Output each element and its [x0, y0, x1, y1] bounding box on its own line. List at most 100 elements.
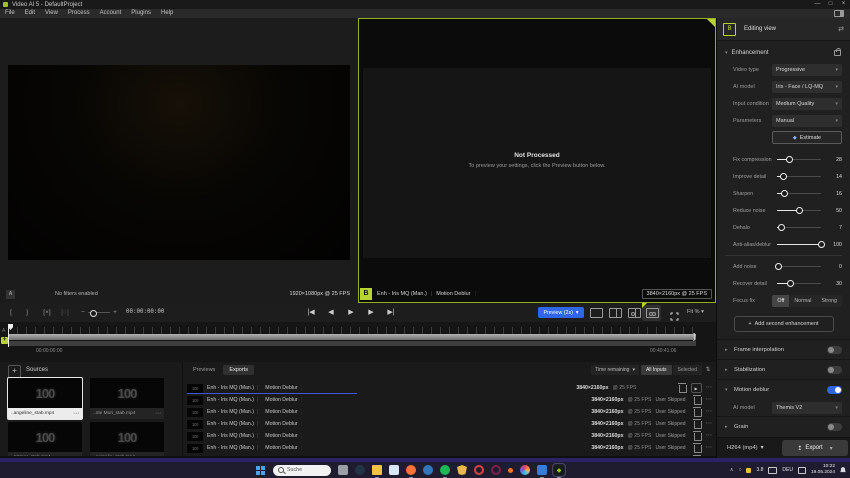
- side-a-badge[interactable]: A: [6, 290, 15, 299]
- topaz-video-ai-icon[interactable]: ◆: [554, 465, 564, 475]
- trash-icon[interactable]: [694, 421, 702, 429]
- steam-icon[interactable]: [355, 465, 365, 475]
- source-item[interactable]: 100..nte Mori_stab.mp4⋯: [90, 378, 164, 419]
- more-icon[interactable]: ⋯: [706, 433, 713, 439]
- zoom-slider-knob[interactable]: [90, 310, 97, 317]
- opera-icon[interactable]: [474, 465, 484, 475]
- trash-icon[interactable]: [694, 397, 702, 405]
- play-button[interactable]: ▶: [344, 303, 358, 322]
- timeline-track-band[interactable]: [8, 334, 696, 340]
- keyboard-icon[interactable]: [768, 467, 777, 474]
- export-row[interactable]: 100Enh - Iris MQ (Man.)|Motion Deblur|38…: [183, 382, 716, 394]
- clear-trim-icon[interactable]: [×]: [40, 303, 54, 322]
- slider-knob[interactable]: [778, 224, 785, 231]
- slider-track[interactable]: [777, 283, 821, 285]
- previous-frame-button[interactable]: ◀: [324, 303, 338, 322]
- set-out-point-icon[interactable]: ]: [20, 303, 34, 322]
- zoom-in-icon[interactable]: +: [108, 303, 122, 322]
- more-icon[interactable]: ⋯: [706, 397, 713, 403]
- slider-knob[interactable]: [796, 207, 803, 214]
- close-button[interactable]: ×: [837, 0, 850, 9]
- menu-plugins[interactable]: Plugins: [126, 9, 156, 18]
- tab-exports[interactable]: Exports: [223, 365, 254, 375]
- toggle-stabilization[interactable]: [827, 366, 842, 374]
- toggle-motion-deblur[interactable]: [827, 386, 842, 394]
- set-in-point-icon[interactable]: [: [4, 303, 18, 322]
- swap-view-icon[interactable]: ⇄: [838, 25, 844, 33]
- taskbar-search-input[interactable]: Suche: [273, 465, 331, 476]
- language-indicator[interactable]: DEU: [782, 467, 793, 473]
- filter-all-inputs[interactable]: All Inputs: [641, 365, 672, 375]
- more-icon[interactable]: ⋯: [706, 385, 713, 391]
- slider-track[interactable]: [777, 193, 821, 195]
- side-b-badge[interactable]: B: [360, 288, 372, 300]
- more-icon[interactable]: ⋯: [73, 454, 79, 456]
- view-mode-split-icon[interactable]: [609, 308, 622, 318]
- section-header-stabilization[interactable]: ▸Stabilization: [725, 360, 842, 379]
- sort-dropdown[interactable]: Time remaining ▾: [591, 365, 639, 375]
- more-icon[interactable]: ⋯: [706, 421, 713, 427]
- section-header-motion-deblur[interactable]: ▾Motion deblur: [725, 380, 842, 399]
- preview-button[interactable]: Preview (2s) ▾: [538, 307, 584, 318]
- slider-knob[interactable]: [780, 173, 787, 180]
- edge-icon[interactable]: [423, 465, 433, 475]
- more-icon[interactable]: ⋯: [155, 454, 161, 456]
- file-explorer-icon[interactable]: [372, 465, 382, 475]
- slider-knob[interactable]: [787, 280, 794, 287]
- select-ai-model[interactable]: Iris - Face / LQ-MQ▾: [772, 81, 842, 93]
- timeline[interactable]: A + ] 00:00:00:00 00:40:41:06: [0, 322, 716, 362]
- focus-fix-off[interactable]: Off: [772, 295, 789, 307]
- timeline-ruler[interactable]: [8, 327, 696, 334]
- filter-selected[interactable]: Selected: [673, 365, 702, 375]
- maximize-button[interactable]: □: [824, 0, 837, 9]
- source-item[interactable]: 100..nomalie_stab.mp4⋯: [90, 422, 164, 456]
- menu-help[interactable]: Help: [156, 9, 178, 18]
- slider-track[interactable]: [777, 244, 821, 246]
- more-icon[interactable]: ⋯: [706, 445, 713, 451]
- add-second-enhancement-button[interactable]: + Add second enhancement: [734, 316, 834, 332]
- trash-icon[interactable]: [694, 433, 702, 441]
- select-input-condition[interactable]: Medium Quality▾: [772, 98, 842, 110]
- calendar-icon[interactable]: [389, 465, 399, 475]
- menu-file[interactable]: File: [0, 9, 20, 18]
- export-row[interactable]: 100Enh - Iris MQ (Man.)|Motion Deblur|38…: [183, 454, 716, 456]
- tray-overflow-chevron-icon[interactable]: ∧: [730, 467, 734, 473]
- panel-toggle-icon[interactable]: [834, 10, 844, 17]
- notification-bell-icon[interactable]: [840, 467, 846, 473]
- estimate-button[interactable]: ◆ Estimate: [772, 131, 842, 144]
- toggle-grain[interactable]: [827, 423, 842, 431]
- add-source-button[interactable]: +: [8, 365, 21, 378]
- trash-icon[interactable]: [694, 409, 702, 417]
- view-mode-comparison-icon[interactable]: [646, 308, 659, 318]
- focus-fix-normal[interactable]: Normal: [789, 295, 816, 307]
- photos-icon[interactable]: [520, 465, 530, 475]
- select-video-type[interactable]: Progressive▾: [772, 64, 842, 76]
- slider-knob[interactable]: [786, 156, 793, 163]
- lock-icon[interactable]: [834, 50, 841, 56]
- toggle-frame-interpolation[interactable]: [827, 346, 842, 354]
- taskbar-clock[interactable]: 10:22 19.05.2024: [811, 464, 835, 476]
- play-export-button[interactable]: ▶: [691, 383, 702, 393]
- select-ai-model[interactable]: Themis V2▾: [772, 402, 842, 414]
- firefox-icon[interactable]: [406, 465, 416, 475]
- skip-to-end-button[interactable]: ▶|: [384, 303, 398, 322]
- minimize-button[interactable]: —: [811, 0, 824, 9]
- export-row[interactable]: 100Enh - Iris MQ (Man.)|Motion Deblur|38…: [183, 418, 716, 430]
- start-button[interactable]: [256, 466, 265, 475]
- menu-account[interactable]: Account: [95, 9, 127, 18]
- slider-track[interactable]: [777, 227, 821, 229]
- tray-monitor-icon[interactable]: [746, 468, 751, 473]
- spotify-icon[interactable]: [440, 465, 450, 475]
- fullscreen-icon[interactable]: [670, 308, 679, 317]
- next-frame-button[interactable]: ▶: [364, 303, 378, 322]
- trash-icon[interactable]: [679, 385, 687, 393]
- app-ring-icon[interactable]: [491, 465, 501, 475]
- chevron-down-icon[interactable]: ▾: [830, 445, 833, 452]
- slider-knob[interactable]: [775, 263, 782, 270]
- loop-region-icon[interactable]: [○]: [58, 303, 72, 322]
- timeline-track-band-2[interactable]: [8, 341, 696, 346]
- desktop-icon[interactable]: [338, 465, 348, 475]
- notification-dot-icon[interactable]: [508, 468, 513, 473]
- export-button[interactable]: ↥ Export ▾: [782, 440, 848, 456]
- slider-knob[interactable]: [781, 190, 788, 197]
